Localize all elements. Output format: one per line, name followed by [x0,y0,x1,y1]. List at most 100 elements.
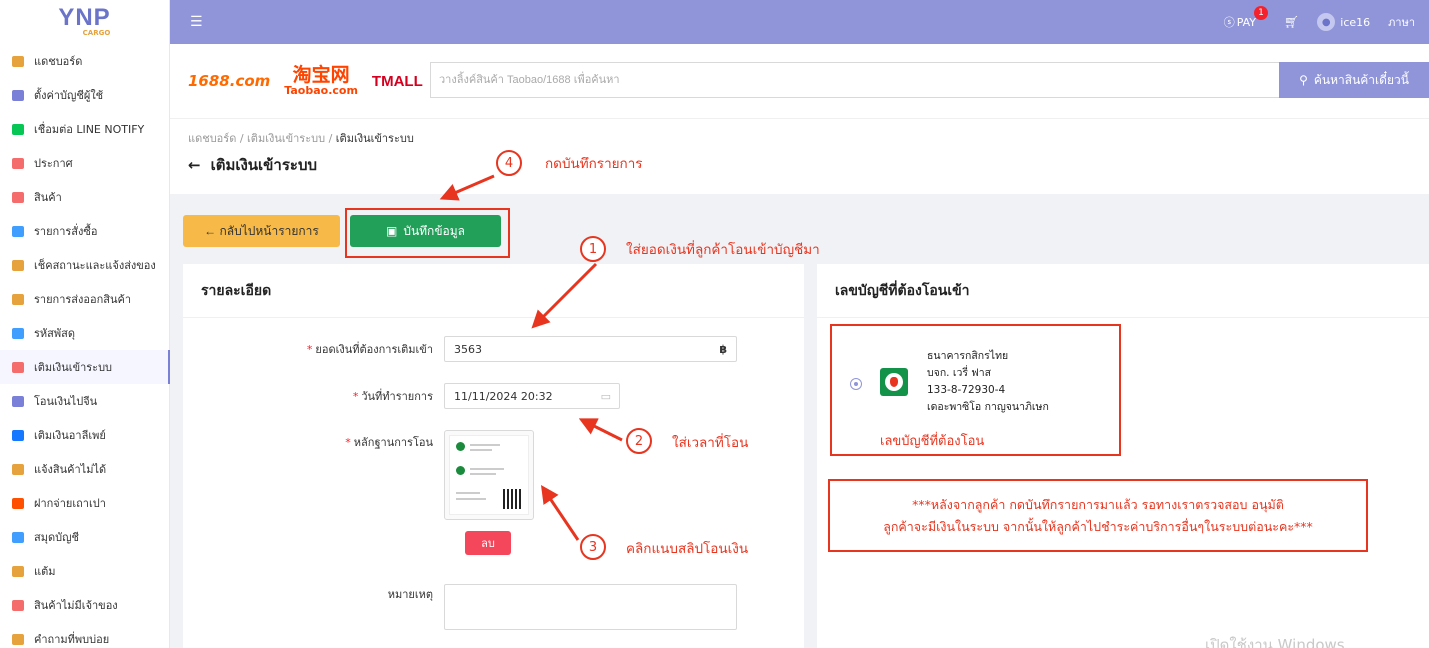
logo-subtext: CARGO [82,29,111,37]
windows-watermark: เปิดใช้งาน Windows [1205,636,1345,648]
sidebar-item-label: สินค้าไม่มีเจ้าของ [34,599,118,612]
announcement-icon [12,157,24,169]
sidebar-item[interactable]: รายการสั่งซื้อ [0,214,169,248]
search-button-label: ค้นหาสินค้าเดี๋ยวนี้ [1313,72,1409,87]
report-icon [12,463,24,475]
taobao-cn-text: 淘宝网 [292,64,350,86]
save-highlight-box [345,208,510,258]
breadcrumb-separator: / [328,132,336,145]
step-1-text: ใส่ยอดเงินที่ลูกค้าโอนเข้าบัญชีมา [626,242,820,258]
sidebar-item[interactable]: เติมเงินอาลีเพย์ [0,418,169,452]
sidebar-item[interactable]: แดชบอร์ด [0,44,169,78]
sidebar-item[interactable]: ตั้งค่าบัญชีผู้ใช้ [0,78,169,112]
search-section: 1688.com 淘宝网 Taobao.com TMALL ⚲ ค้นหาสิน… [170,44,1429,118]
bank-card: เลขบัญชีที่ต้องโอนเข้า ธนาคารกสิกรไทย บจ… [817,264,1429,648]
cart-icon[interactable]: 🛒︎ [1284,15,1299,29]
search-input[interactable] [430,62,1281,98]
date-picker[interactable]: 11/11/2024 20:32 ▭ [444,383,620,409]
logo[interactable]: YNP CARGO [0,0,169,44]
pay-icon: ⓢ [1223,16,1235,29]
step-3-marker: 3 [580,534,606,560]
brand-1688-logo[interactable]: 1688.com [188,72,270,90]
warning-line-1: ***หลังจากลูกค้า กดบันทึกรายการมาแล้ว รอ… [912,496,1284,512]
export-icon [12,293,24,305]
order-icon [12,225,24,237]
alipay-icon [12,429,24,441]
breadcrumb-parent[interactable]: เติมเงินเข้าระบบ [247,132,325,145]
avatar-icon: ● [1317,13,1336,31]
bank-option[interactable]: ธนาคารกสิกรไทย บจก. เวรี่ ฟาส 133-8-7293… [830,324,1121,456]
search-icon: ⚲ [1299,73,1308,87]
truck-icon [12,259,24,271]
amount-input[interactable]: 3563 ฿ [444,336,737,362]
user-settings-icon [12,89,24,101]
back-to-list-button[interactable]: ← กลับไปหน้ารายการ [183,215,340,247]
page-root: YNP CARGO แดชบอร์ด ตั้งค่าบัญชีผู้ใช้ เชื่… [0,0,1429,648]
company-name: บจก. เวรี่ ฟาส [927,367,992,379]
bank-annotation: เลขบัญชีที่ต้องโอน [880,434,985,449]
chart-icon [12,55,24,67]
sidebar-item[interactable]: ประกาศ [0,146,169,180]
sidebar-item-label: โอนเงินไปจีน [34,395,98,408]
sidebar-item-label: เติมเงินเข้าระบบ [34,361,113,374]
brand-tmall-logo[interactable]: TMALL [372,73,423,90]
sidebar-item[interactable]: แต้ม [0,554,169,588]
sidebar-item[interactable]: สินค้าไม่มีเจ้าของ [0,588,169,622]
breadcrumb-current: เติมเงินเข้าระบบ [335,132,414,145]
sidebar-item[interactable]: สมุดบัญชี [0,520,169,554]
sidebar-item[interactable]: เติมเงินเข้าระบบ [0,350,170,384]
note-label: หมายเหตุ [387,588,433,601]
bank-card-title: เลขบัญชีที่ต้องโอนเข้า [817,264,1429,318]
sidebar-item[interactable]: รหัสพัสดุ [0,316,169,350]
sidebar: YNP CARGO แดชบอร์ดตั้งค่าบัญชีผู้ใช้ เชื่… [0,0,170,648]
date-value: 11/11/2024 20:32 [454,389,553,403]
username: ice16 [1340,15,1371,29]
wallet-icon [12,361,24,373]
step-2-marker: 2 [626,428,652,454]
search-button[interactable]: ⚲ ค้นหาสินค้าเดี๋ยวนี้ [1279,62,1429,98]
note-textarea[interactable] [444,584,737,630]
delete-proof-button[interactable]: ลบ [465,531,511,555]
sidebar-item[interactable]: เช็คสถานะและแจ้งส่งของ [0,248,169,282]
line-icon [12,123,24,135]
breadcrumb-home[interactable]: แดชบอร์ด [188,132,236,145]
sidebar-item[interactable]: เชื่อมต่อ LINE NOTIFY [0,112,169,146]
pay-badge: 1 [1254,6,1269,20]
product-icon [12,191,24,203]
sidebar-item[interactable]: รายการส่งออกสินค้า [0,282,169,316]
page-header: แดชบอร์ด / เติมเงินเข้าระบบ / เติมเงินเข… [170,118,1429,194]
brand-taobao-logo[interactable]: 淘宝网 Taobao.com [284,64,358,97]
sidebar-item[interactable]: คำถามที่พบบ่อย [0,622,169,648]
sidebar-item[interactable]: ฝากจ่ายเถาเปา [0,486,169,520]
sidebar-item-label: แจ้งสินค้าไม่ได้ [34,463,107,476]
taobao-pay-icon [12,497,24,509]
bank-radio[interactable] [850,378,862,390]
language-button[interactable]: ภาษา [1388,13,1415,31]
sidebar-item[interactable]: สินค้า [0,180,169,214]
pay-label: PAY [1236,15,1257,29]
amount-value: 3563 [454,342,482,356]
sidebar-item[interactable]: แจ้งสินค้าไม่ได้ [0,452,169,486]
pay-button[interactable]: ⓢ PAY 1 [1223,6,1269,30]
points-icon [12,565,24,577]
menu-toggle-icon[interactable]: ☰ [190,14,203,30]
ledger-icon [12,531,24,543]
back-arrow-icon[interactable]: ← [188,156,201,174]
logo-text: YNP [58,4,111,31]
details-card: รายละเอียด * ยอดเงินที่ต้องการเติมเข้า 35… [183,264,804,648]
taobao-en-text: Taobao.com [284,84,358,97]
user-menu[interactable]: ● ice16 [1317,13,1370,31]
proof-label: * หลักฐานการโอน [345,436,433,449]
date-row: * วันที่ทำรายการ 11/11/2024 20:32 ▭ [183,383,804,409]
date-label: * วันที่ทำรายการ [352,390,433,403]
step-2-text: ใส่เวลาที่โอน [672,435,749,451]
amount-row: * ยอดเงินที่ต้องการเติมเข้า 3563 ฿ [183,336,804,362]
top-right-controls: ⓢ PAY 1 🛒︎ ● ice16 ภาษา [1223,6,1429,31]
sidebar-item[interactable]: โอนเงินไปจีน [0,384,169,418]
sidebar-item-label: แดชบอร์ด [34,55,83,68]
step-3-text: คลิกแนบสลิปโอนเงิน [626,541,749,557]
sidebar-item-label: เติมเงินอาลีเพย์ [34,429,106,442]
proof-upload[interactable] [444,430,534,520]
yuan-icon [12,395,24,407]
bank-name: ธนาคารกสิกรไทย [927,350,1009,362]
